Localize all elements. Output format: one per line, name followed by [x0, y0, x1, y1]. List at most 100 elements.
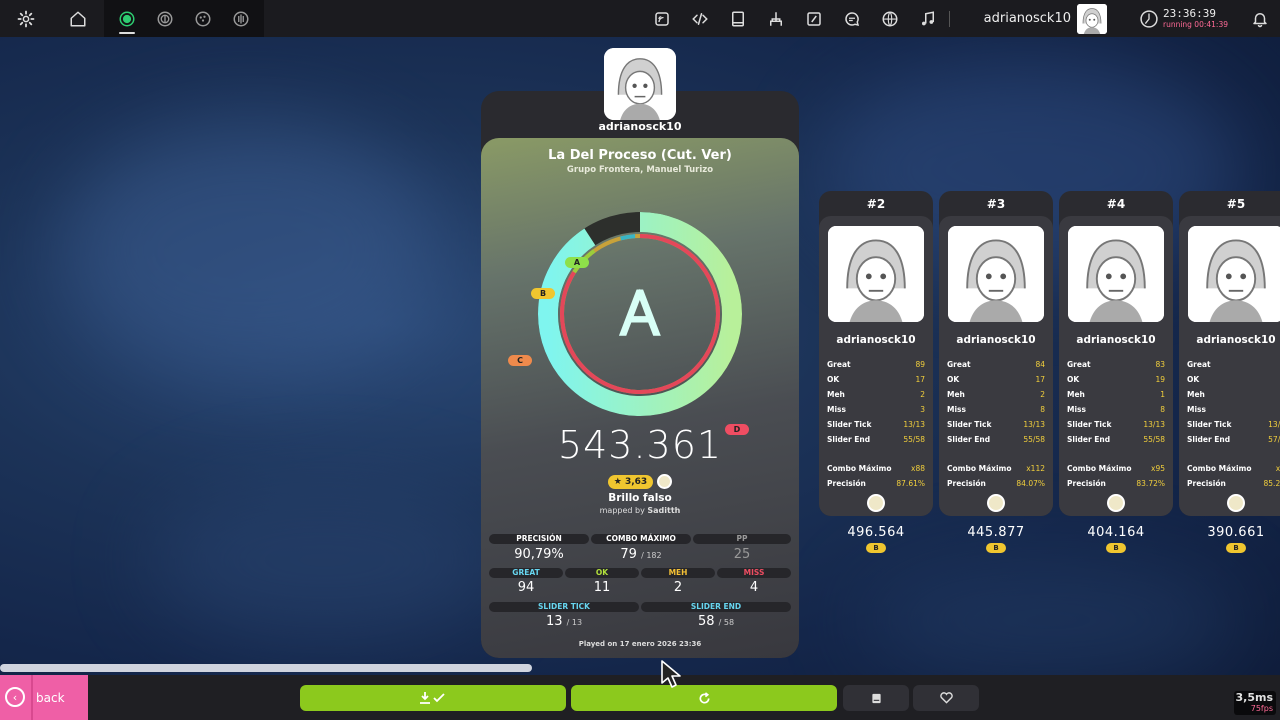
user-button[interactable]: adrianosck10 [984, 0, 1107, 37]
leaderboard-grade-badge: B [986, 543, 1006, 553]
stat-value: 55/58 [1023, 435, 1045, 444]
beatmap-artist: Grupo Frontera, Manuel Turizo [566, 165, 714, 175]
player-avatar[interactable] [604, 48, 676, 120]
leaderboard-total-score: 445.877 [967, 525, 1025, 540]
mod-icon[interactable] [657, 474, 673, 489]
leaderboard-rank: #5 [1226, 197, 1246, 211]
stat-label: Great [1187, 360, 1211, 369]
ruleset-catch-button[interactable] [184, 0, 222, 37]
background-blur [150, 480, 500, 640]
mapper-name[interactable]: Saditth [647, 506, 680, 515]
star-rating-badge: ★ 3,63 [607, 474, 654, 489]
ruleset-osu-button[interactable] [108, 0, 146, 37]
changelog-button[interactable] [681, 0, 719, 37]
now-playing-button[interactable] [909, 0, 947, 37]
chat-button[interactable] [833, 0, 871, 37]
rankings-icon [769, 11, 782, 26]
leaderboard-score-card[interactable]: #2 adrianosck10 Great 89 OK 17 Meh 2 Miss 3 Slider… [819, 191, 933, 516]
notifications-button[interactable] [1240, 0, 1280, 37]
leaderboard-avatar [828, 226, 924, 322]
leaderboard-stat-miss: Miss 3 [827, 405, 925, 414]
leaderboard-mod-icon [987, 494, 1005, 512]
leaderboard-stat-accuracy: Precisión 83.72% [1067, 479, 1165, 488]
stat-value: 87.61% [896, 479, 925, 488]
wiki-button[interactable] [719, 0, 757, 37]
leaderboard-avatar [948, 226, 1044, 322]
leaderboard-score-card[interactable]: #3 adrianosck10 Great 84 OK 17 Meh 2 Miss 8 Slider… [939, 191, 1053, 516]
code-icon [691, 12, 708, 25]
leaderboard-stat-slider-end: Slider End 55/58 [947, 435, 1045, 444]
home-button[interactable] [52, 0, 104, 37]
clock-icon [1140, 9, 1158, 28]
leaderboard-score-card[interactable]: #4 adrianosck10 Great 83 OK 19 Meh 1 Miss 8 Slider… [1059, 191, 1173, 516]
leaderboard-stat-accuracy: Precisión 84.07% [947, 479, 1045, 488]
leaderboard-username: adrianosck10 [956, 334, 1036, 346]
clock[interactable]: 23:36:39 running 00:41:39 [1139, 8, 1228, 29]
leaderboard-username: adrianosck10 [1076, 334, 1156, 346]
stat-value: 2 [920, 390, 925, 399]
ruleset-mania-button[interactable] [222, 0, 260, 37]
great-value: 94 [517, 580, 535, 595]
toolbar-divider [948, 10, 950, 27]
leaderboard-stat-slider-end: Slider End 57/5 [1187, 435, 1280, 444]
stat-value: 85.25 [1263, 479, 1280, 488]
stat-value: 2 [1040, 390, 1045, 399]
leaderboard-stat-slider-end: Slider End 55/58 [827, 435, 925, 444]
dashboard-button[interactable] [871, 0, 909, 37]
settings-button[interactable] [0, 0, 52, 37]
retry-icon [698, 691, 710, 704]
beatmap-listing-button[interactable] [795, 0, 833, 37]
leaderboard-stat-ok: OK 17 [947, 375, 1045, 384]
leaderboard-rank: #2 [866, 197, 886, 211]
download-replay-button[interactable] [300, 685, 566, 711]
ruleset-selector [104, 0, 264, 37]
leaderboard-avatar [1188, 226, 1280, 322]
leaderboard-score-card[interactable]: #5 adrianosck10 Great8 OK1 Meh Miss1 Slider Ti… [1179, 191, 1280, 516]
stat-value: 13/13 [1023, 420, 1045, 429]
leaderboard-stat-miss: Miss1 [1187, 405, 1280, 414]
news-button[interactable] [643, 0, 681, 37]
stat-label: OK [1067, 375, 1080, 384]
stat-value: 1 [1160, 390, 1165, 399]
heart-icon [939, 692, 953, 704]
stat-value: 19 [1155, 375, 1165, 384]
stat-label: Slider Tick [1067, 420, 1112, 429]
taiko-ruleset-icon [157, 11, 173, 26]
globe-icon [882, 11, 898, 26]
leaderboard-rank: #4 [1106, 197, 1126, 211]
stat-label: Slider Tick [947, 420, 992, 429]
player-username[interactable]: adrianosck10 [481, 120, 799, 133]
miss-label: MISS [717, 568, 791, 578]
leaderboard-card-body: adrianosck10 Great8 OK1 Meh Miss1 Slider Tick… [1179, 216, 1280, 516]
leaderboard-stat-slider-tick: Slider Tick 13/13 [1067, 420, 1165, 429]
slider-tick: 13 [545, 614, 563, 629]
leaderboard-stat-combo: Combo Máximo x4 [1187, 464, 1280, 473]
music-note-icon [921, 10, 934, 25]
rank-pill-c: C [508, 355, 532, 366]
home-icon [70, 11, 86, 26]
accuracy-value: 90,79% [514, 547, 564, 562]
slider-end-value: 58 / 58 [641, 614, 791, 629]
collection-button[interactable] [843, 685, 909, 711]
bell-icon [1253, 12, 1267, 27]
score-panel-body: La Del Proceso (Cut. Ver) Grupo Frontera… [481, 138, 799, 658]
scrollbar-thumb[interactable] [0, 664, 532, 672]
fps-counter: 3,5ms 75fps [1234, 691, 1276, 715]
leaderboard-total-score: 390.661 [1207, 525, 1265, 540]
retry-button[interactable] [571, 685, 837, 711]
stat-label: Precisión [827, 479, 866, 488]
toolbar-avatar [1076, 3, 1107, 34]
stat-label: Miss [1067, 405, 1086, 414]
meh-value: 2 [673, 580, 683, 595]
miss-value: 4 [749, 580, 759, 595]
catch-ruleset-icon [195, 11, 211, 26]
favourite-button[interactable] [913, 685, 979, 711]
clock-running: running 00:41:39 [1162, 20, 1228, 29]
stat-label: OK [1187, 375, 1200, 384]
rankings-button[interactable] [757, 0, 795, 37]
stat-label: Slider End [947, 435, 991, 444]
slider-tick-total: / 13 [566, 618, 583, 627]
leaderboard-mod-icon [1227, 494, 1245, 512]
stat-label: Precisión [947, 479, 986, 488]
ruleset-taiko-button[interactable] [146, 0, 184, 37]
